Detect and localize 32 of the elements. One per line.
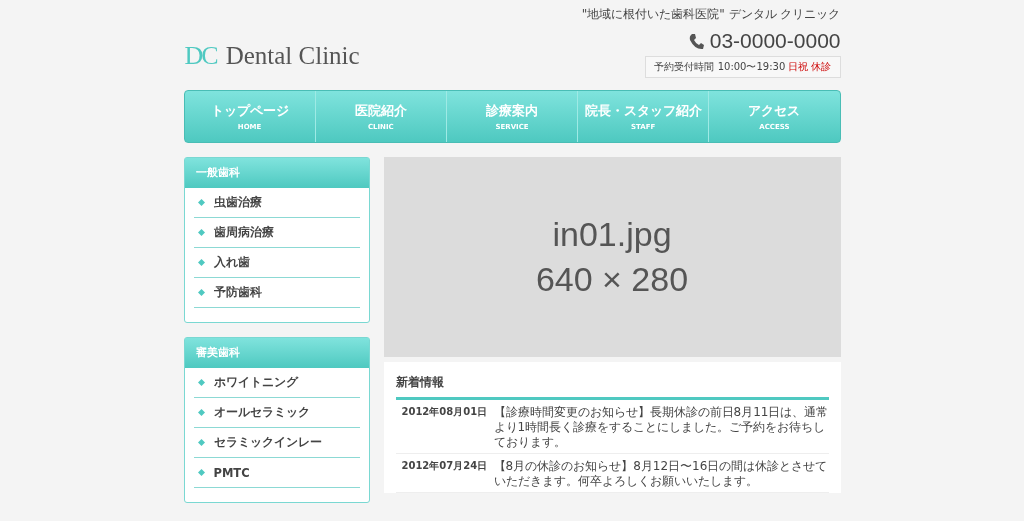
diamond-icon bbox=[197, 409, 205, 416]
diamond-icon bbox=[197, 469, 205, 476]
logo-text: Dental Clinic bbox=[225, 42, 360, 70]
sidebar-link[interactable]: オールセラミック bbox=[213, 405, 310, 420]
sidebar-link[interactable]: 歯周病治療 bbox=[213, 225, 274, 240]
news-text: 【8月の休診のお知らせ】8月12日〜16日の間は休診とさせていただきます。何卒よろしくお願いいたします。 bbox=[493, 459, 829, 489]
logo-mark: DC bbox=[183, 41, 218, 71]
diamond-icon bbox=[197, 229, 205, 236]
panel-title: 一般歯科 bbox=[184, 158, 369, 188]
diamond-icon bbox=[197, 439, 205, 446]
diamond-icon bbox=[197, 289, 205, 296]
sidebar-link[interactable]: 入れ歯 bbox=[213, 255, 250, 270]
tagline: "地域に根付いた歯科医院" デンタル クリニック bbox=[581, 6, 841, 23]
panel-title: 審美歯科 bbox=[184, 338, 369, 368]
news-title: 新着情報 bbox=[395, 368, 829, 400]
news-text: 【診療時間変更のお知らせ】長期休診の前日8月11日は、通常より1時間長く診療をすることにしました。ご予約をお待ちしております。 bbox=[493, 405, 829, 450]
diamond-icon bbox=[197, 379, 205, 386]
image-filename: in01.jpg bbox=[552, 215, 672, 254]
news-date: 2012年07月24日 bbox=[401, 459, 489, 473]
phone-number: 03-0000-0000 bbox=[709, 29, 841, 53]
diamond-icon bbox=[197, 259, 205, 266]
sidebar-link[interactable]: 虫歯治療 bbox=[213, 195, 262, 210]
image-size: 640 × 280 bbox=[535, 260, 689, 299]
sidebar-link[interactable]: 予防歯科 bbox=[213, 285, 262, 300]
sidebar-link[interactable]: PMTC bbox=[213, 465, 250, 480]
sidebar-link[interactable]: セラミックインレー bbox=[213, 435, 322, 450]
phone-icon bbox=[688, 32, 704, 50]
diamond-icon bbox=[197, 199, 205, 206]
sidebar-link[interactable]: ホワイトニング bbox=[213, 375, 298, 390]
news-date: 2012年08月01日 bbox=[401, 405, 489, 419]
hours-text: 予約受付時間 10:00〜19:30 bbox=[654, 60, 786, 74]
closed-days: 日祝 休診 bbox=[788, 60, 832, 74]
